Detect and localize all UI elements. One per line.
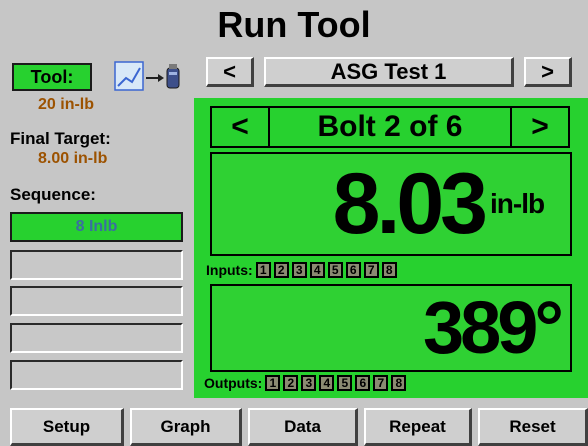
input-indicator: 1: [255, 262, 271, 278]
reset-button[interactable]: Reset: [478, 408, 588, 446]
torque-value: 8.03: [332, 156, 488, 252]
input-indicator: 7: [363, 262, 379, 278]
tool-button[interactable]: Tool:: [12, 63, 92, 91]
sequence-item-1[interactable]: 8 Inlb: [10, 212, 183, 242]
outputs-label: Outputs:: [204, 375, 263, 391]
torque-display: 8.03 in-lb: [210, 152, 572, 256]
repeat-button[interactable]: Repeat: [364, 408, 472, 446]
output-indicator: 3: [301, 375, 317, 391]
prev-bolt-button[interactable]: <: [210, 106, 270, 148]
output-indicator: 2: [283, 375, 299, 391]
test-name-display: ASG Test 1: [264, 57, 514, 87]
graph-button[interactable]: Graph: [130, 408, 242, 446]
output-indicator: 6: [355, 375, 371, 391]
angle-value: 389°: [422, 286, 564, 369]
next-test-button[interactable]: >: [524, 57, 572, 87]
inputs-row: Inputs: 1 2 3 4 5 6 7 8: [206, 262, 397, 278]
graph-arrow-tool-icon[interactable]: [114, 60, 184, 92]
output-indicator: 7: [373, 375, 389, 391]
next-bolt-button[interactable]: >: [510, 106, 570, 148]
sequence-item-3[interactable]: [10, 286, 183, 316]
angle-display: 389°: [210, 284, 572, 372]
sequence-item-5[interactable]: [10, 360, 183, 390]
input-indicator: 4: [309, 262, 325, 278]
input-indicator: 5: [327, 262, 343, 278]
page-title: Run Tool: [217, 4, 371, 45]
output-indicator: 4: [319, 375, 335, 391]
input-indicator: 2: [273, 262, 289, 278]
input-indicator: 3: [291, 262, 307, 278]
run-panel: < Bolt 2 of 6 > 8.03 in-lb Inputs: 1 2 3…: [194, 98, 588, 398]
inputs-label: Inputs:: [206, 262, 253, 278]
data-button[interactable]: Data: [248, 408, 358, 446]
setup-button[interactable]: Setup: [10, 408, 124, 446]
torque-unit: in-lb: [490, 188, 545, 219]
prev-test-button[interactable]: <: [206, 57, 254, 87]
input-indicator: 6: [345, 262, 361, 278]
input-indicator: 8: [381, 262, 397, 278]
final-target-label: Final Target:: [10, 129, 111, 148]
output-indicator: 8: [391, 375, 407, 391]
output-indicator: 1: [265, 375, 281, 391]
final-target-value: 8.00 in-lb: [38, 150, 108, 167]
output-indicator: 5: [337, 375, 353, 391]
bolt-label: Bolt 2 of 6: [270, 106, 510, 148]
sequence-item-2[interactable]: [10, 250, 183, 280]
sequence-label: Sequence:: [10, 185, 96, 204]
tool-value: 20 in-lb: [38, 96, 95, 113]
outputs-row: Outputs: 1 2 3 4 5 6 7 8: [204, 375, 407, 391]
sequence-item-4[interactable]: [10, 323, 183, 353]
